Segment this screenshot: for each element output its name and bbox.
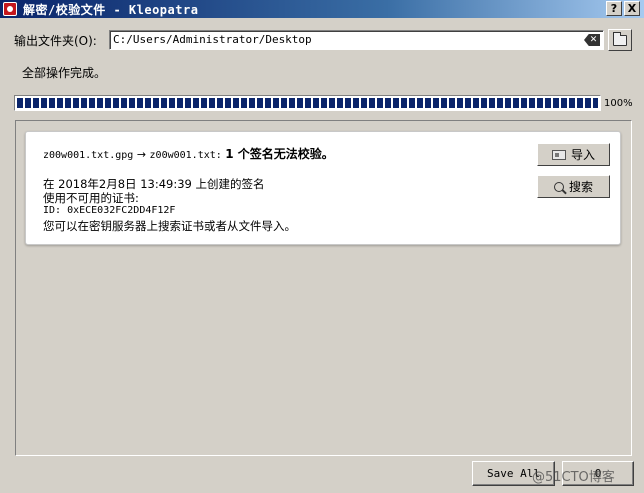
folder-icon <box>613 31 627 46</box>
close-button[interactable]: X <box>624 1 640 16</box>
source-filename: z00w001.txt.gpg <box>43 150 134 161</box>
window-title: 解密/校验文件 - Kleopatra <box>23 2 199 17</box>
result-card: z00w001.txt.gpg → z00w001.txt: 1 个签名无法校验… <box>25 131 621 245</box>
output-folder-field[interactable]: ✕ <box>109 30 604 50</box>
help-button[interactable]: ? <box>606 1 622 16</box>
browse-folder-button[interactable] <box>608 29 632 51</box>
search-button[interactable]: 搜索 <box>537 175 610 198</box>
output-filename: z00w001.txt: <box>149 150 222 161</box>
import-icon <box>551 149 566 160</box>
title-bar: 解密/校验文件 - Kleopatra ? X <box>0 0 644 18</box>
import-label: 导入 <box>570 148 595 162</box>
clear-icon[interactable]: ✕ <box>584 34 600 46</box>
import-button[interactable]: 导入 <box>537 143 610 166</box>
output-folder-input[interactable] <box>110 31 580 48</box>
cert-id: ID: 0xECE032FC2DD4F12F <box>43 205 176 216</box>
result-headline: z00w001.txt.gpg → z00w001.txt: 1 个签名无法校验… <box>43 145 334 162</box>
hint-text: 您可以在密钥服务器上搜索证书或者从文件导入。 <box>43 219 296 233</box>
progress-bar <box>14 95 601 111</box>
search-label: 搜索 <box>568 180 593 194</box>
kleopatra-app-icon <box>3 2 17 16</box>
arrow-icon: → <box>136 148 147 161</box>
progress-label: 100% <box>604 98 633 109</box>
result-message: 1 个签名无法校验。 <box>225 147 334 161</box>
watermark: @51CTO博客 <box>532 470 615 485</box>
status-text: 全部操作完成。 <box>22 66 107 80</box>
output-folder-label: 输出文件夹(O): <box>14 34 97 48</box>
search-icon <box>553 181 564 192</box>
unavailable-cert-label: 使用不可用的证书: <box>43 191 139 205</box>
progress-fill <box>17 98 598 108</box>
